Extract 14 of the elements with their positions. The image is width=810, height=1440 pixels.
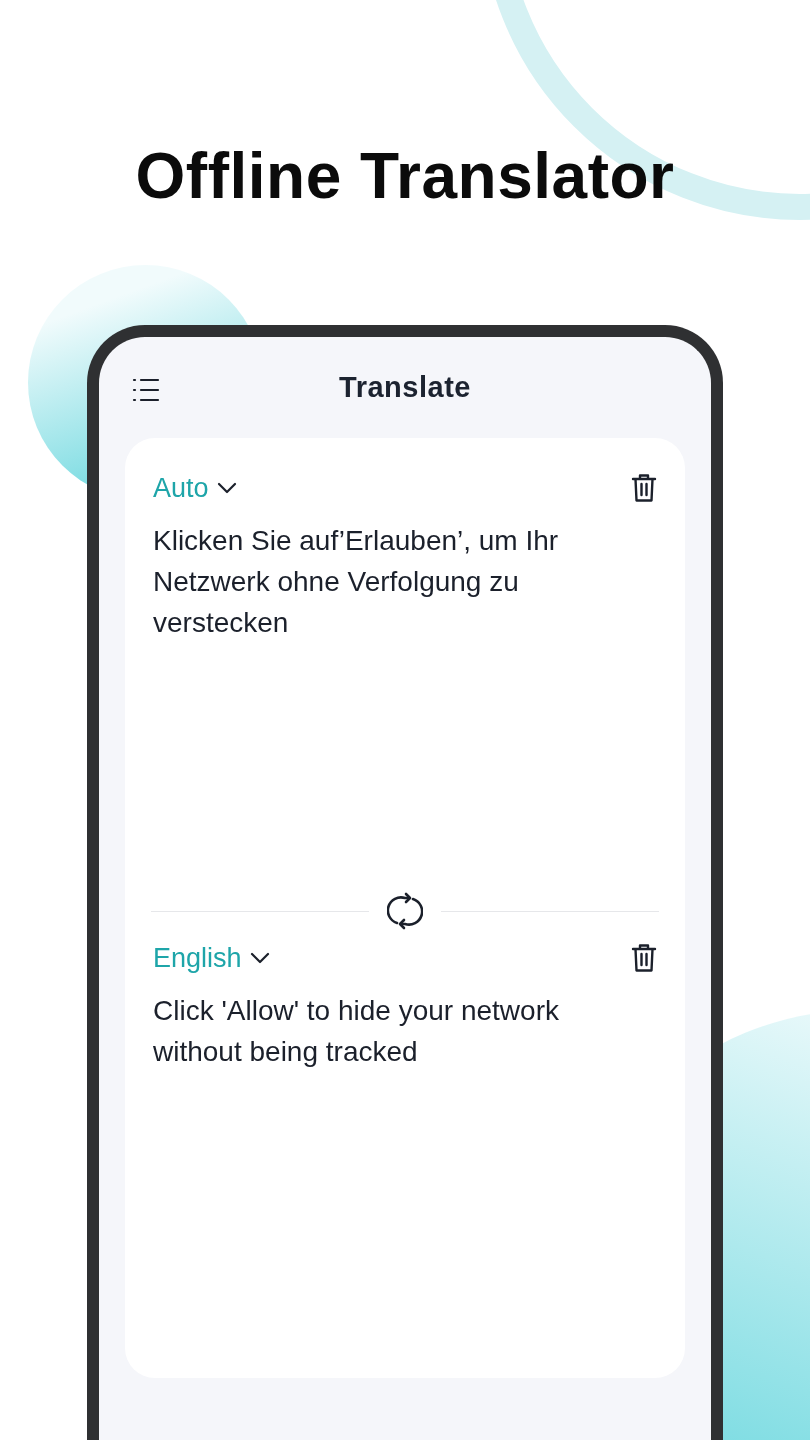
chevron-down-icon: [249, 952, 270, 964]
language-selector[interactable]: Auto: [153, 472, 237, 504]
menu-icon: [132, 378, 160, 402]
translated-text: Click 'Allow' to hide your network without being tracked: [153, 994, 560, 1069]
chevron-down-icon: [216, 482, 237, 494]
screen-title: Translate: [339, 371, 471, 404]
delete-button[interactable]: [629, 942, 659, 974]
delete-button[interactable]: [629, 472, 659, 504]
trash-icon: [631, 943, 657, 973]
source-text: Klicken Sie auf’Erlauben’, um Ihr Netzwerk ohne Verfolgung zu verstecken: [153, 524, 560, 640]
trash-icon: [631, 473, 657, 503]
swap-icon: [387, 890, 423, 932]
headline: Offline Translator: [134, 139, 676, 214]
language-selector[interactable]: English: [153, 942, 270, 974]
